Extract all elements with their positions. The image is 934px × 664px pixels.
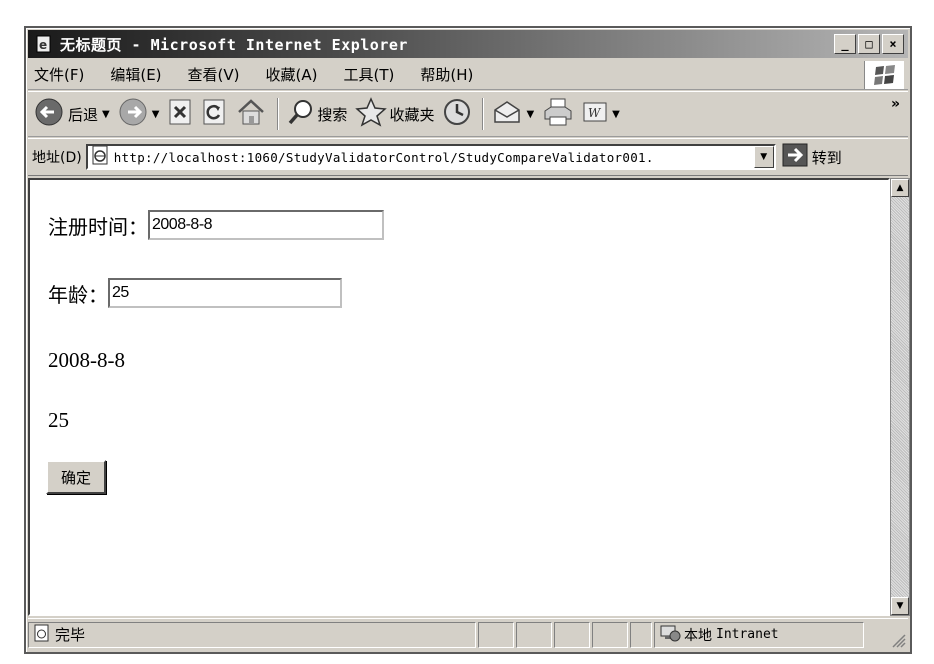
security-zone: 本地 Intranet (654, 621, 864, 648)
maximize-button[interactable]: □ (858, 34, 880, 54)
status-text: 完毕 (55, 626, 86, 644)
svg-text:e: e (39, 38, 47, 52)
submit-button[interactable]: 确定 (46, 460, 106, 494)
mail-dropdown-icon[interactable]: ▼ (526, 109, 534, 120)
page-icon (90, 146, 110, 168)
page-content: 注册时间： 2008-8-8 年龄： 25 2008-8-8 25 确定 (28, 178, 890, 616)
svg-text:W: W (588, 106, 602, 120)
status-page-icon (33, 624, 51, 646)
vertical-scrollbar[interactable]: ▲ ▼ (890, 178, 910, 616)
edit-dropdown-icon[interactable]: ▼ (612, 109, 620, 120)
status-bar: 完毕 本地 Intranet (28, 618, 908, 650)
back-icon (34, 97, 64, 131)
edit-button[interactable]: W ▼ (582, 100, 620, 128)
toolbar: 后退 ▼ ▼ 搜索 收藏夹 ▼ W ▼ » (28, 91, 908, 137)
close-button[interactable]: × (882, 34, 904, 54)
status-cell (478, 621, 514, 648)
go-button[interactable]: 转到 (782, 143, 842, 171)
menu-favorites[interactable]: 收藏(A) (266, 64, 318, 85)
home-icon (235, 97, 267, 131)
windows-logo-icon (864, 61, 904, 89)
stop-button[interactable] (167, 98, 193, 130)
search-button[interactable]: 搜索 (287, 98, 347, 130)
mail-button[interactable]: ▼ (492, 98, 534, 130)
window-title: 无标题页 - Microsoft Internet Explorer (60, 35, 408, 54)
status-cell (554, 621, 590, 648)
intranet-icon (659, 623, 681, 647)
back-label: 后退 (68, 105, 99, 124)
back-button[interactable]: 后退 ▼ (34, 97, 110, 131)
menu-file[interactable]: 文件(F) (34, 64, 84, 85)
ie-page-icon: e (34, 34, 54, 54)
search-icon (287, 98, 315, 130)
output-date-text: 2008-8-8 (48, 348, 125, 372)
refresh-button[interactable] (201, 98, 227, 130)
ie-window: e 无标题页 - Microsoft Internet Explorer _ □… (24, 26, 912, 654)
status-cell (516, 621, 552, 648)
menu-tools[interactable]: 工具(T) (343, 64, 394, 85)
address-dropdown-icon[interactable]: ▼ (753, 146, 774, 168)
menu-help[interactable]: 帮助(H) (420, 64, 473, 85)
toolbar-more-button[interactable]: » (891, 96, 900, 112)
edit-icon: W (582, 100, 608, 128)
go-arrow-icon (782, 143, 808, 171)
scroll-down-icon[interactable]: ▼ (891, 597, 909, 615)
print-button[interactable] (542, 97, 574, 131)
refresh-icon (201, 98, 227, 130)
go-label: 转到 (811, 148, 842, 167)
scroll-up-icon[interactable]: ▲ (891, 179, 909, 197)
zone-cn-label: 本地 (684, 627, 712, 644)
address-url: http://localhost:1060/StudyValidatorCont… (113, 149, 654, 165)
print-icon (542, 97, 574, 131)
menu-edit[interactable]: 编辑(E) (110, 64, 161, 85)
favorites-button[interactable]: 收藏夹 (355, 97, 434, 131)
forward-icon (118, 97, 148, 131)
reg-time-label: 注册时间： (48, 214, 148, 239)
forward-button[interactable]: ▼ (118, 97, 160, 131)
status-main: 完毕 (28, 621, 476, 648)
minimize-button[interactable]: _ (834, 34, 856, 54)
age-label: 年龄： (48, 282, 108, 307)
history-button[interactable] (442, 97, 472, 131)
zone-en-label: Intranet (716, 627, 779, 642)
address-label: 地址(D) (32, 150, 82, 166)
address-bar: 地址(D) http://localhost:1060/StudyValidat… (28, 138, 908, 176)
favorites-label: 收藏夹 (389, 105, 435, 124)
search-label: 搜索 (317, 105, 348, 124)
reg-time-input[interactable]: 2008-8-8 (148, 210, 384, 240)
back-dropdown-icon[interactable]: ▼ (102, 109, 110, 120)
home-button[interactable] (235, 97, 267, 131)
history-icon (442, 97, 472, 131)
reg-time-row: 注册时间： 2008-8-8 (48, 210, 384, 240)
toolbar-separator (482, 98, 485, 130)
address-input[interactable]: http://localhost:1060/StudyValidatorCont… (85, 144, 776, 170)
status-cell (630, 621, 652, 648)
stop-icon (167, 98, 193, 130)
menu-view[interactable]: 查看(V) (188, 64, 240, 85)
title-bar: e 无标题页 - Microsoft Internet Explorer _ □… (28, 30, 908, 58)
status-cell (592, 621, 628, 648)
toolbar-separator (277, 98, 280, 130)
forward-dropdown-icon[interactable]: ▼ (152, 109, 160, 120)
menu-bar: 文件(F) 编辑(E) 查看(V) 收藏(A) 工具(T) 帮助(H) (28, 60, 908, 90)
mail-icon (492, 98, 522, 130)
favorites-icon (355, 97, 388, 131)
age-input[interactable]: 25 (108, 278, 342, 308)
resize-grip-icon[interactable] (890, 632, 906, 648)
output-age-text: 25 (48, 408, 69, 432)
age-row: 年龄： 25 (48, 278, 342, 308)
